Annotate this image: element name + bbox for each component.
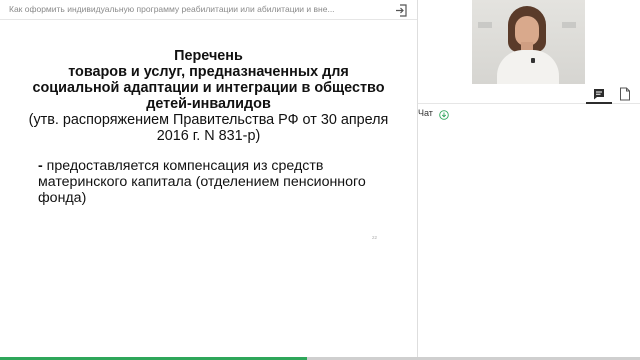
document-icon: [620, 87, 630, 101]
slide-subheading: (утв. распоряжением Правительства РФ от …: [20, 112, 397, 144]
active-tab-indicator: [586, 102, 612, 104]
bullet-marker: -: [38, 158, 47, 174]
side-panel: Чат: [418, 0, 640, 357]
slide-heading: Перечень товаров и услуг, предназначенны…: [20, 48, 397, 112]
wall-logo: [478, 22, 492, 28]
panel-tabs: [418, 84, 640, 104]
bullet-line: предоставляется компенсация из средств: [46, 158, 324, 174]
presentation-area: Как оформить индивидуальную программу ре…: [0, 0, 417, 357]
speaker-body: [497, 50, 559, 84]
exit-icon: [395, 3, 407, 17]
tab-documents[interactable]: [619, 87, 631, 101]
wall-logo: [562, 22, 576, 28]
chat-icon: [594, 89, 604, 100]
chat-label: Чат: [418, 108, 433, 118]
slide-heading-line: товаров и услуг, предназначенных для: [68, 64, 349, 80]
slide-heading-line: детей-инвалидов: [146, 96, 271, 112]
slide-subheading-line: 2016 г. N 831-р): [156, 128, 261, 144]
speaker-microphone: [531, 58, 535, 63]
slide: Перечень товаров и услуг, предназначенны…: [0, 21, 417, 357]
bullet-line: фонда): [38, 190, 87, 206]
header-bar: Как оформить индивидуальную программу ре…: [0, 0, 417, 20]
slide-subheading-line: (утв. распоряжением Правительства РФ от …: [28, 112, 389, 128]
tab-chat[interactable]: [592, 87, 606, 101]
download-chat-button[interactable]: [439, 107, 449, 120]
slide-bullet: - предоставляется компенсация из средств…: [38, 158, 378, 206]
speaker-video: [472, 0, 585, 84]
download-icon: [439, 110, 449, 120]
exit-button[interactable]: [392, 1, 410, 19]
page-title: Как оформить индивидуальную программу ре…: [9, 4, 335, 14]
slide-heading-line: Перечень: [174, 48, 243, 64]
bullet-line: материнского капитала (отделением пенсио…: [38, 174, 366, 190]
app-window: Как оформить индивидуальную программу ре…: [0, 0, 640, 360]
slide-heading-line: социальной адаптации и интеграции в обще…: [32, 80, 385, 96]
slide-page-number: 22: [372, 235, 378, 240]
